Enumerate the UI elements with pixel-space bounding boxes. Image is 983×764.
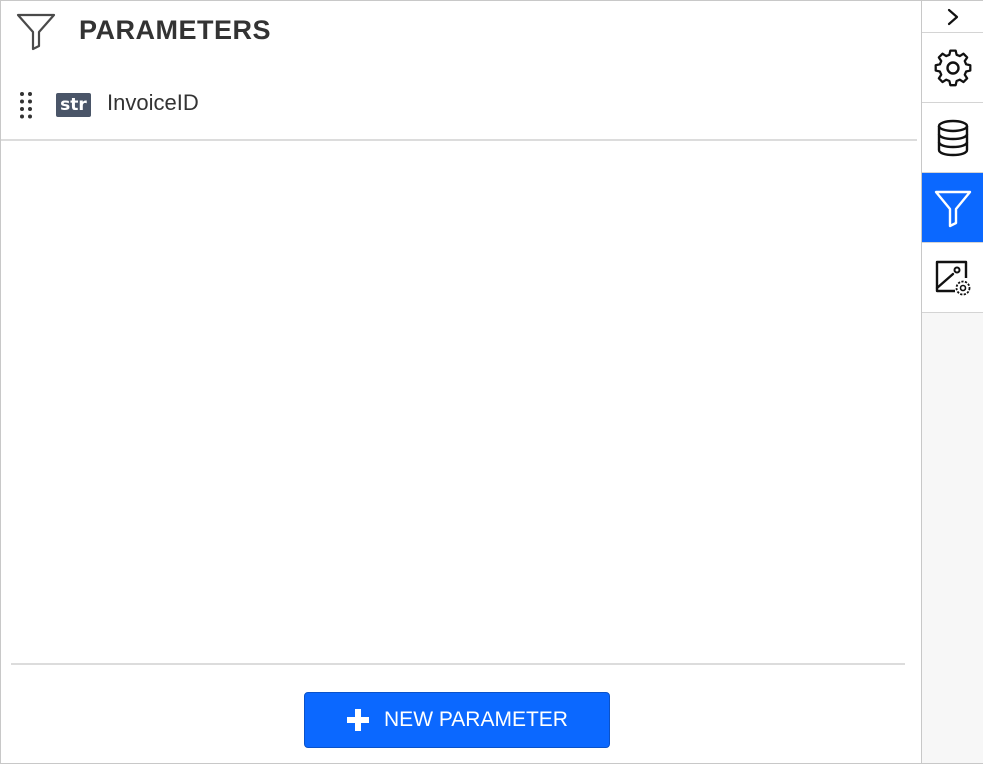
filter-icon	[933, 188, 973, 228]
parameter-row-invoiceid[interactable]: str InvoiceID	[1, 75, 917, 141]
chevron-right-icon	[946, 8, 960, 26]
plus-icon	[346, 708, 370, 732]
parameter-name[interactable]: InvoiceID	[107, 90, 199, 116]
image-settings-icon	[933, 258, 973, 298]
panel-header: PARAMETERS	[1, 1, 921, 63]
database-icon	[936, 119, 970, 157]
type-badge: str	[56, 93, 91, 117]
parameters-panel: PARAMETERS str InvoiceID NEW PARAMETER	[1, 1, 921, 763]
new-parameter-button[interactable]: NEW PARAMETER	[304, 692, 610, 748]
page-title: PARAMETERS	[79, 15, 272, 45]
collapse-panel-button[interactable]	[922, 1, 983, 33]
sidebar-item-image-settings[interactable]	[922, 243, 983, 313]
sidebar-item-data[interactable]	[922, 103, 983, 173]
drag-handle-icon[interactable]	[19, 91, 33, 119]
sidebar-item-parameters[interactable]	[922, 173, 983, 243]
footer-divider	[11, 663, 905, 665]
filter-icon	[15, 11, 57, 51]
report-designer-frame: PARAMETERS str InvoiceID NEW PARAMETER	[0, 0, 983, 764]
sidebar-item-properties[interactable]	[922, 33, 983, 103]
new-parameter-label: NEW PARAMETER	[384, 708, 568, 731]
right-sidebar	[921, 1, 983, 763]
gear-icon	[934, 48, 972, 87]
